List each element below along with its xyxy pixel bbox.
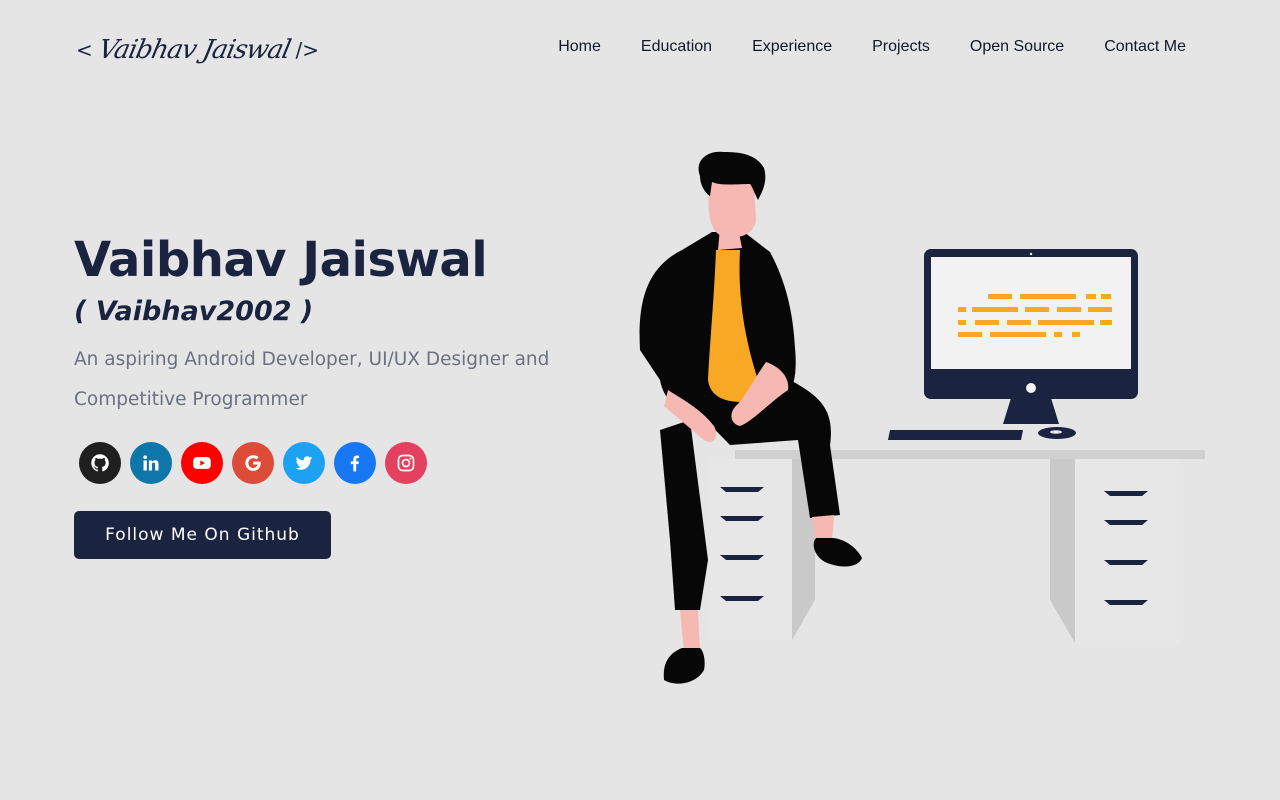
nav-education[interactable]: Education [641,38,712,56]
nav-projects[interactable]: Projects [872,38,930,56]
logo-signature: Vaibhav Jaiswal [95,35,293,65]
nav-open-source[interactable]: Open Source [970,38,1064,56]
nav-home[interactable]: Home [558,38,601,56]
social-links [79,442,594,484]
youtube-icon [193,457,211,469]
logo-open-bracket: < [76,38,93,62]
hero-tagline: An aspiring Android Developer, UI/UX Des… [74,349,550,410]
nav-experience[interactable]: Experience [752,38,832,56]
social-github[interactable] [79,442,121,484]
developer-desk-illustration [639,151,1205,684]
social-instagram[interactable] [385,442,427,484]
logo[interactable]: < Vaibhav Jaiswal /> [76,30,319,70]
main-nav: Home Education Experience Projects Open … [558,38,1186,56]
social-twitter[interactable] [283,442,325,484]
facebook-icon [350,455,360,472]
github-icon [91,454,109,472]
logo-close-bracket: /> [295,38,319,62]
hero-name: Vaibhav Jaiswal [74,232,488,288]
hero-section: Vaibhav Jaiswal ( Vaibhav2002 ) An aspir… [74,230,594,559]
twitter-icon [295,456,313,470]
social-youtube[interactable] [181,442,223,484]
social-linkedin[interactable] [130,442,172,484]
social-google[interactable] [232,442,274,484]
social-facebook[interactable] [334,442,376,484]
follow-github-button[interactable]: Follow Me On Github [74,511,331,559]
google-icon [245,455,261,471]
instagram-icon [397,454,415,472]
site-header: < Vaibhav Jaiswal /> Home Education Expe… [0,0,1280,100]
hero-handle: ( Vaibhav2002 ) [74,296,314,327]
linkedin-icon [143,455,159,471]
nav-contact-me[interactable]: Contact Me [1104,38,1186,56]
portfolio-page: < Vaibhav Jaiswal /> Home Education Expe… [0,0,1280,800]
